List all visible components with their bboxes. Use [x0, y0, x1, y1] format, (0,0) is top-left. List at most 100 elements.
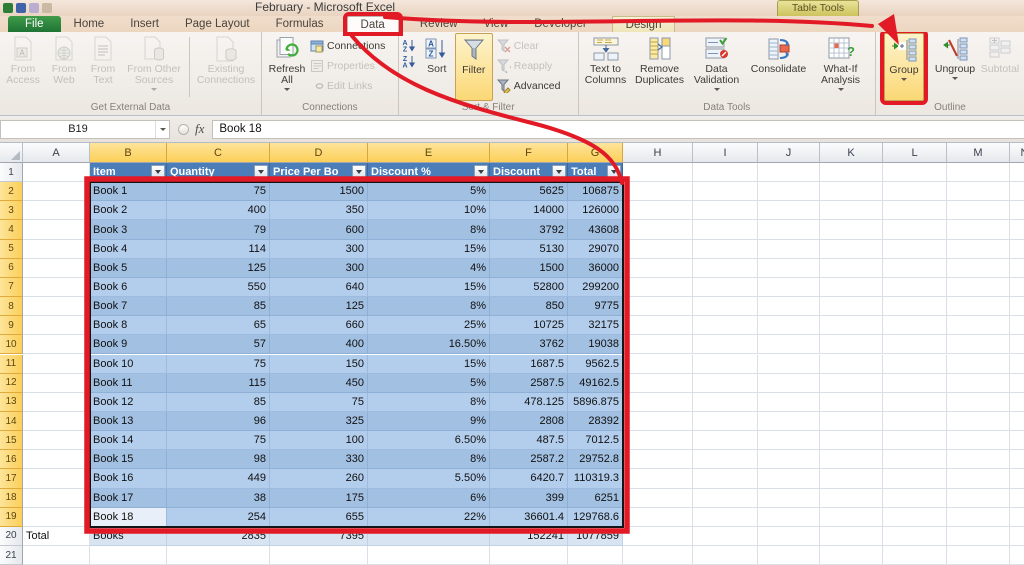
col-header-K[interactable]: K	[820, 143, 883, 163]
cell-G20[interactable]: 1077859	[568, 526, 623, 546]
cell-I18[interactable]	[693, 488, 758, 508]
from-other-sources-button[interactable]: From Other Sources	[122, 33, 186, 101]
cell-N13[interactable]	[1010, 392, 1024, 412]
cell-G6[interactable]: 36000	[568, 258, 623, 278]
cell-I1[interactable]	[693, 163, 758, 183]
cell-G19[interactable]: 129768.6	[568, 507, 623, 527]
cell-I11[interactable]	[693, 354, 758, 374]
cell-E2[interactable]: 5%	[368, 182, 490, 202]
cell-L13[interactable]	[883, 392, 947, 412]
cell-E10[interactable]: 16.50%	[368, 335, 490, 355]
filter-button[interactable]: Filter	[454, 33, 493, 101]
cell-N12[interactable]	[1010, 373, 1024, 393]
cell-H1[interactable]	[623, 163, 693, 183]
cell-F16[interactable]: 2587.2	[490, 450, 568, 470]
row-header-16[interactable]: 16	[0, 450, 23, 470]
clear-filter-button[interactable]: Clear	[496, 37, 561, 54]
sort-az-button[interactable]: AZ	[401, 38, 417, 52]
save-icon[interactable]	[16, 3, 26, 13]
row-header-20[interactable]: 20	[0, 526, 23, 546]
cell-B20[interactable]: Books	[90, 526, 167, 546]
cell-J16[interactable]	[758, 450, 820, 470]
cell-J2[interactable]	[758, 182, 820, 202]
row-header-6[interactable]: 6	[0, 258, 23, 278]
cell-I5[interactable]	[693, 239, 758, 259]
cell-B5[interactable]: Book 4	[90, 239, 167, 259]
cell-N7[interactable]	[1010, 277, 1024, 298]
cell-B14[interactable]: Book 13	[90, 411, 167, 432]
redo-icon[interactable]	[42, 3, 52, 13]
cell-C1[interactable]: Quantity	[167, 163, 270, 183]
cell-E3[interactable]: 10%	[368, 201, 490, 221]
cell-D12[interactable]: 450	[270, 373, 368, 393]
cell-A18[interactable]	[23, 488, 90, 508]
cell-D16[interactable]: 330	[270, 450, 368, 470]
reapply-button[interactable]: Reapply	[496, 57, 561, 74]
cell-I19[interactable]	[693, 507, 758, 527]
cell-H20[interactable]	[623, 526, 693, 546]
cell-G8[interactable]: 9775	[568, 297, 623, 317]
cell-L15[interactable]	[883, 431, 947, 451]
col-header-J[interactable]: J	[758, 143, 820, 163]
row-header-21[interactable]: 21	[0, 546, 23, 565]
cell-I10[interactable]	[693, 335, 758, 355]
cell-M8[interactable]	[947, 297, 1010, 317]
cell-L17[interactable]	[883, 469, 947, 489]
header-filter-button[interactable]	[474, 165, 488, 180]
cell-B21[interactable]	[90, 546, 167, 565]
cell-M13[interactable]	[947, 392, 1010, 412]
cell-J12[interactable]	[758, 373, 820, 393]
cell-F14[interactable]: 2808	[490, 411, 568, 432]
col-header-D[interactable]: D	[270, 143, 368, 163]
cell-C13[interactable]: 85	[167, 392, 270, 412]
cell-C4[interactable]: 79	[167, 220, 270, 240]
cell-K18[interactable]	[820, 488, 883, 508]
name-box-dropdown[interactable]	[155, 120, 169, 138]
cell-E11[interactable]: 15%	[368, 354, 490, 374]
cell-I21[interactable]	[693, 546, 758, 565]
cell-E14[interactable]: 9%	[368, 411, 490, 432]
cell-M5[interactable]	[947, 239, 1010, 259]
cell-J10[interactable]	[758, 335, 820, 355]
cell-M11[interactable]	[947, 354, 1010, 374]
cell-M20[interactable]	[947, 526, 1010, 546]
cell-A2[interactable]	[23, 182, 90, 202]
cell-K6[interactable]	[820, 258, 883, 278]
cell-A21[interactable]	[23, 546, 90, 565]
cell-J5[interactable]	[758, 239, 820, 259]
cell-J6[interactable]	[758, 258, 820, 278]
cell-M7[interactable]	[947, 277, 1010, 298]
col-header-A[interactable]: A	[23, 143, 90, 163]
cell-L2[interactable]	[883, 182, 947, 202]
cell-B2[interactable]: Book 1	[90, 182, 167, 202]
cell-K1[interactable]	[820, 163, 883, 183]
cell-J4[interactable]	[758, 220, 820, 240]
cell-A12[interactable]	[23, 373, 90, 393]
cell-L6[interactable]	[883, 258, 947, 278]
cell-A7[interactable]	[23, 277, 90, 298]
advanced-filter-button[interactable]: Advanced	[496, 77, 560, 94]
cell-J8[interactable]	[758, 297, 820, 317]
cell-G2[interactable]: 106875	[568, 182, 623, 202]
cell-B19[interactable]: Book 18	[90, 507, 167, 527]
cell-B8[interactable]: Book 7	[90, 297, 167, 317]
row-header-10[interactable]: 10	[0, 335, 23, 355]
cell-E1[interactable]: Discount %	[368, 163, 490, 183]
cell-J13[interactable]	[758, 392, 820, 412]
cell-E7[interactable]: 15%	[368, 277, 490, 298]
cell-A17[interactable]	[23, 469, 90, 489]
row-header-3[interactable]: 3	[0, 201, 23, 221]
cell-B13[interactable]: Book 12	[90, 392, 167, 412]
cell-F11[interactable]: 1687.5	[490, 354, 568, 374]
excel-app-icon[interactable]	[3, 3, 13, 13]
cell-L19[interactable]	[883, 507, 947, 527]
cell-D9[interactable]: 660	[270, 316, 368, 336]
cell-L21[interactable]	[883, 546, 947, 565]
cell-E8[interactable]: 8%	[368, 297, 490, 317]
cell-G18[interactable]: 6251	[568, 488, 623, 508]
cell-N10[interactable]	[1010, 335, 1024, 355]
cell-H14[interactable]	[623, 411, 693, 432]
sort-button[interactable]: AZ Sort	[419, 33, 455, 101]
cell-B6[interactable]: Book 5	[90, 258, 167, 278]
cell-E21[interactable]	[368, 546, 490, 565]
